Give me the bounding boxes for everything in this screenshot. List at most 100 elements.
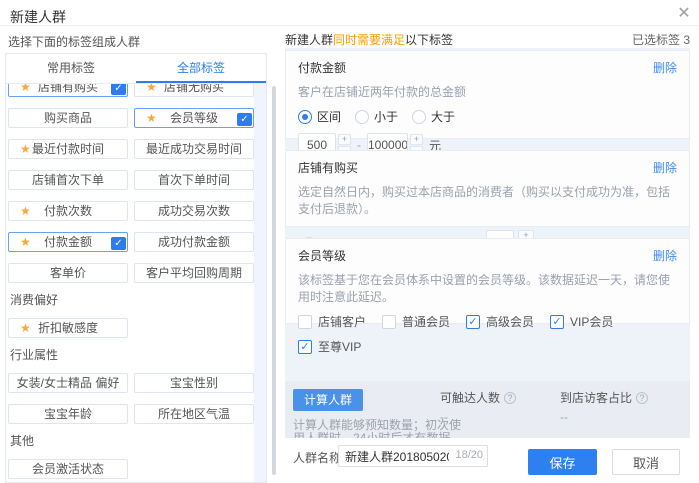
card-shop-purchase: 店铺有购买 删除 选定自然日内，购买过本店商品的消费者（购买以支付成功为准，包括… — [285, 150, 690, 227]
tag-label: 最近成功交易时间 — [146, 142, 242, 156]
tag-panel: 常用标签 全部标签 ★店铺有购买✓★店铺无购买购买商品★会员等级✓★最近付款时间… — [5, 53, 267, 483]
min-plus-button[interactable]: + — [338, 134, 351, 145]
card-payment-amount: 付款金额 删除 客户在店铺近两年付款的总金额 区间小于大于 500 + − - … — [285, 50, 690, 139]
card-payment-desc: 客户在店铺近两年付款的总金额 — [298, 83, 677, 100]
tab-all-tags[interactable]: 全部标签 — [136, 54, 266, 83]
radio-icon — [355, 110, 369, 124]
card-purchase-desc: 选定自然日内，购买过本店商品的消费者（购买以支付成功为准，包括支付后退款）。 — [298, 183, 677, 217]
tag-label: 客户平均回购周期 — [146, 266, 242, 280]
tag-button[interactable]: ★会员等级✓ — [134, 108, 254, 128]
tag-label: 折扣敏感度 — [38, 321, 98, 335]
tag-checked-icon: ✓ — [111, 237, 126, 250]
tag-label: 付款金额 — [44, 235, 92, 249]
tag-button[interactable]: ★折扣敏感度 — [8, 318, 128, 338]
tag-button[interactable]: ★店铺有购买✓ — [8, 84, 128, 97]
right-header: 新建人群同时需要满足以下标签 已选标签 3 — [285, 31, 690, 49]
checkbox-icon — [382, 315, 396, 329]
radio-icon — [298, 110, 312, 124]
card-purchase-title: 店铺有购买 — [298, 161, 358, 175]
reachable-count-value: -- — [440, 410, 448, 424]
cancel-button[interactable]: 取消 — [612, 449, 680, 475]
tag-label: 成功交易次数 — [158, 204, 230, 218]
tag-group-heading: 行业属性 — [8, 349, 254, 362]
tag-button[interactable]: 成功交易次数 — [134, 201, 254, 221]
tag-button[interactable]: 所在地区气温 — [134, 404, 254, 424]
tag-label: 宝宝年龄 — [44, 407, 92, 421]
tag-scroll-area[interactable]: ★店铺有购买✓★店铺无购买购买商品★会员等级✓★最近付款时间最近成功交易时间店铺… — [6, 84, 254, 482]
tag-button[interactable]: ★最近付款时间 — [8, 139, 128, 159]
tag-label: 付款次数 — [44, 204, 92, 218]
radio-label: 区间 — [317, 108, 341, 125]
checkbox-icon: ✓ — [298, 340, 312, 354]
favorite-star-icon: ★ — [20, 84, 31, 96]
close-icon[interactable]: ✕ — [674, 4, 694, 24]
tab-common-tags[interactable]: 常用标签 — [6, 54, 136, 83]
tag-label: 会员激活状态 — [32, 462, 104, 476]
card-member-title: 会员等级 — [298, 249, 346, 263]
favorite-star-icon: ★ — [20, 233, 31, 251]
card-payment-title: 付款金额 — [298, 61, 346, 75]
tag-label: 客单价 — [50, 266, 86, 280]
right-header-suffix: 以下标签 — [405, 33, 453, 47]
condition-cards-area: 付款金额 删除 客户在店铺近两年付款的总金额 区间小于大于 500 + − - … — [285, 48, 690, 438]
tag-button[interactable]: 店铺首次下单 — [8, 170, 128, 190]
checkbox-label: 至尊VIP — [318, 338, 361, 355]
tag-label: 店铺首次下单 — [32, 173, 104, 187]
member-level-checkbox[interactable]: ✓高级会员 — [466, 313, 550, 330]
payment-radio-group: 区间 小于 大于 — [298, 108, 677, 125]
crowd-name-field-wrap: 18/20 — [338, 445, 488, 467]
payment-radio[interactable]: 大于 — [412, 108, 455, 125]
tag-button[interactable]: 会员激活状态 — [8, 459, 128, 479]
reach-help-icon[interactable]: ? — [504, 392, 516, 404]
tag-button[interactable]: ★ 付款金额 ✓ — [8, 232, 128, 252]
tag-label: 会员等级 — [170, 111, 218, 125]
member-level-checkbox[interactable]: 店铺客户 — [298, 313, 382, 330]
grid-filler — [134, 318, 254, 338]
checkbox-label: 普通会员 — [402, 313, 450, 330]
tag-button[interactable]: 首次下单时间 — [134, 170, 254, 190]
tag-button[interactable]: 客户平均回购周期 — [134, 263, 254, 283]
checkbox-icon: ✓ — [466, 315, 480, 329]
member-checkbox-group: 店铺客户 普通会员 ✓高级会员✓VIP会员 ✓ 至尊VIP — [298, 313, 677, 355]
tag-button[interactable]: 女装/女士精品 偏好 — [8, 373, 128, 393]
tag-button[interactable]: 购买商品 — [8, 108, 128, 128]
card-purchase-delete-link[interactable]: 删除 — [653, 159, 677, 176]
save-button[interactable]: 保存 — [528, 449, 597, 475]
payment-radio[interactable]: 小于 — [355, 108, 398, 125]
crowd-name-label: 人群名称 — [293, 449, 341, 466]
member-level-checkbox[interactable]: 普通会员 — [382, 313, 466, 330]
favorite-star-icon: ★ — [146, 84, 157, 96]
max-plus-button[interactable]: + — [410, 134, 423, 145]
scrollbar-thumb[interactable] — [272, 86, 276, 475]
radio-label: 小于 — [374, 108, 398, 125]
tag-button[interactable]: 成功付款金额 — [134, 232, 254, 252]
tag-label: 购买商品 — [44, 111, 92, 125]
visit-help-icon[interactable]: ? — [636, 392, 648, 404]
tag-button[interactable]: ★ 店铺无购买 — [134, 84, 254, 97]
tag-label: 女装/女士精品 偏好 — [17, 376, 120, 390]
tag-button[interactable]: 宝宝年龄 — [8, 404, 128, 424]
calc-crowd-button[interactable]: 计算人群 — [293, 389, 363, 411]
member-level-checkbox[interactable]: ✓VIP会员 — [550, 313, 634, 330]
tag-button[interactable]: 最近成功交易时间 — [134, 139, 254, 159]
favorite-star-icon: ★ — [20, 140, 31, 158]
radio-label: 大于 — [431, 108, 455, 125]
tag-button[interactable]: 客单价 — [8, 263, 128, 283]
tag-button[interactable]: ★付款次数 — [8, 201, 128, 221]
tag-label: 宝宝性别 — [170, 376, 218, 390]
card-member-desc: 该标签基于您在会员体系中设置的会员等级。该数据延迟一天，请您使用时注意此延迟。 — [298, 271, 677, 305]
card-member-delete-link[interactable]: 删除 — [653, 247, 677, 264]
tag-checked-icon: ✓ — [111, 84, 126, 95]
calc-footer: 计算人群 计算人群能够预知数量；初次使 用人群时，24小时后才有数据 可触达人数… — [285, 381, 690, 438]
tag-label: 成功付款金额 — [158, 235, 230, 249]
right-header-prefix: 新建人群 — [285, 33, 333, 47]
card-payment-delete-link[interactable]: 删除 — [653, 59, 677, 76]
tag-button[interactable]: 宝宝性别 — [134, 373, 254, 393]
left-instruction: 选择下面的标签组成人群 — [8, 33, 140, 50]
payment-radio[interactable]: 区间 — [298, 108, 341, 125]
tag-list: ★店铺有购买✓★店铺无购买购买商品★会员等级✓★最近付款时间最近成功交易时间店铺… — [6, 84, 254, 479]
tag-label: 店铺无购买 — [164, 84, 224, 94]
dialog-title: 新建人群 — [10, 7, 66, 27]
member-level-checkbox[interactable]: ✓ 至尊VIP — [298, 338, 382, 355]
radio-icon — [412, 110, 426, 124]
